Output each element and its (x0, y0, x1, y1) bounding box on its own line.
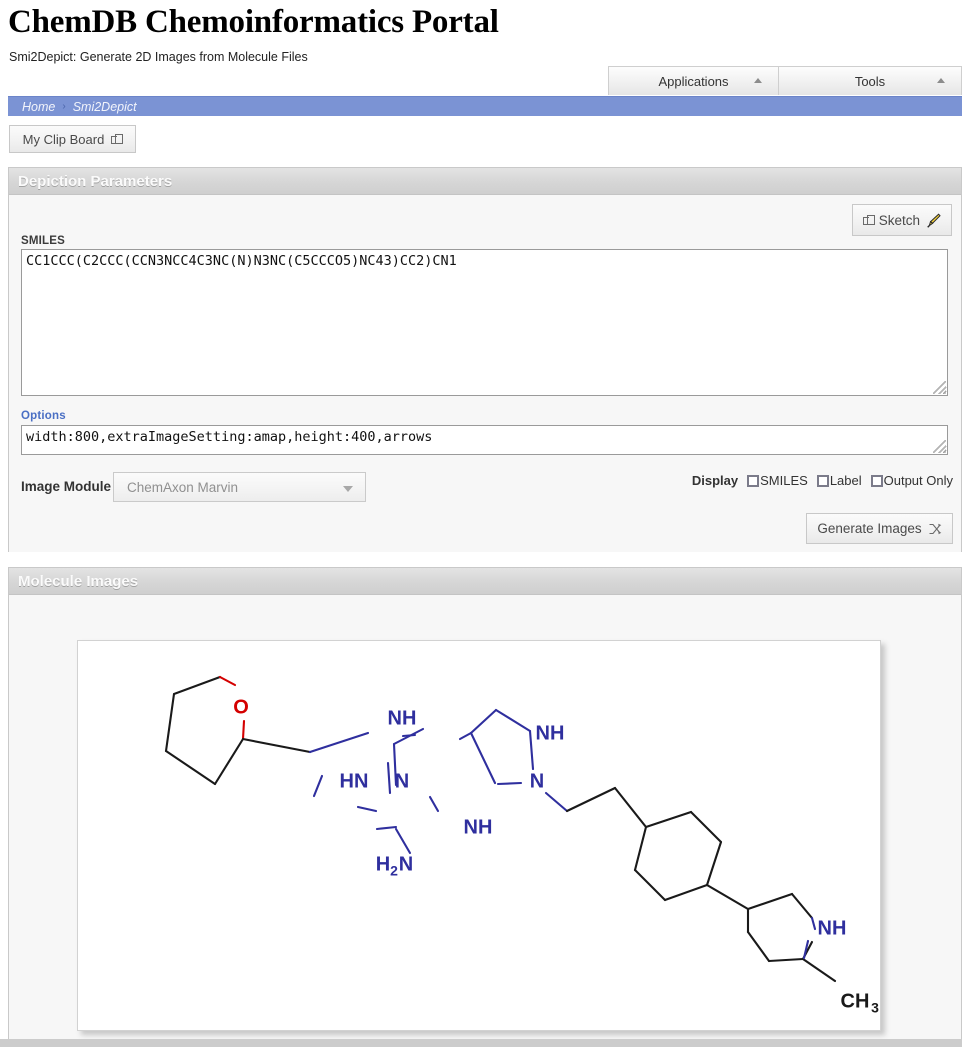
breadcrumb-item-current[interactable]: Smi2Depict (73, 100, 137, 114)
options-input[interactable] (21, 425, 948, 455)
atom-label-methyl-ch: CH (841, 990, 870, 1012)
atom-label-n-center-right: N (530, 770, 544, 792)
page-subtitle: Smi2Depict: Generate 2D Images from Mole… (9, 50, 308, 64)
atom-label-amine-n: N (399, 853, 413, 875)
sketch-button[interactable]: Sketch (852, 204, 952, 236)
breadcrumb-item-home[interactable]: Home (22, 100, 55, 114)
breadcrumb-separator-icon: › (62, 101, 66, 112)
checkbox-smiles[interactable]: SMILES (747, 473, 808, 488)
display-group-label: Display (691, 473, 739, 488)
molecule-images-body: O NH HN N NH N NH H 2 N NH CH 3 (9, 595, 961, 1039)
atom-label-nh-lower: NH (464, 816, 493, 838)
atom-label-nh-piperidine: NH (818, 917, 847, 939)
popup-window-icon (863, 215, 875, 225)
tab-applications[interactable]: Applications (608, 66, 779, 95)
molecule-structure-svg: O NH HN N NH N NH H 2 N NH CH 3 (164, 675, 879, 1016)
atom-label-hn-left: HN (340, 770, 369, 792)
atom-label-nh-top-left: NH (388, 707, 417, 729)
checkbox-box-icon[interactable] (816, 474, 829, 487)
page-root: ChemDB Chemoinformatics Portal Smi2Depic… (0, 0, 962, 1047)
popup-window-icon (111, 134, 124, 144)
checkbox-output-only-label: Output Only (883, 473, 953, 488)
options-input-wrapper (21, 425, 948, 455)
checkbox-box-icon[interactable] (747, 474, 760, 487)
footer-strip (0, 1039, 962, 1047)
atom-label-methyl-subscript: 3 (871, 1000, 879, 1016)
chevron-up-icon (937, 78, 945, 83)
options-field-label: Options (21, 410, 66, 422)
atom-label-amine-h: H (376, 853, 390, 875)
tab-applications-label: Applications (658, 73, 729, 89)
chevron-up-icon (754, 78, 762, 83)
tab-tools-label: Tools (854, 73, 886, 89)
checkbox-smiles-label: SMILES (760, 473, 808, 488)
molecule-image-frame[interactable]: O NH HN N NH N NH H 2 N NH CH 3 (77, 640, 881, 1031)
generate-images-label: Generate Images (817, 521, 922, 536)
smiles-input-wrapper (21, 249, 948, 396)
checkbox-label-label: Label (829, 473, 862, 488)
tab-tools[interactable]: Tools (779, 66, 962, 95)
clipboard-button-label: My Clip Board (22, 131, 105, 147)
generate-images-button[interactable]: Generate Images (806, 513, 953, 544)
atom-label-n-center-left: N (395, 770, 409, 792)
shuffle-icon (929, 523, 942, 535)
atom-label-nh-upper-right: NH (536, 722, 565, 744)
image-module-label: Image Module (21, 479, 112, 494)
depiction-parameters-header: Depiction Parameters (9, 168, 961, 195)
image-module-selected-value: ChemAxon Marvin (127, 479, 239, 495)
checkbox-output-only[interactable]: Output Only (870, 473, 953, 488)
atom-label-oxygen: O (233, 696, 249, 718)
molecule-images-header: Molecule Images (9, 568, 961, 595)
smiles-field-label: SMILES (21, 235, 66, 247)
checkbox-label[interactable]: Label (816, 473, 862, 488)
smiles-input[interactable] (21, 249, 948, 396)
image-module-select[interactable]: ChemAxon Marvin (113, 472, 366, 502)
molecule-images-panel: Molecule Images O NH HN N NH N NH H 2 N … (8, 567, 962, 1039)
display-options-group: Display SMILES Label Output Only (692, 473, 953, 488)
my-clip-board-button[interactable]: My Clip Board (9, 125, 136, 153)
chevron-down-icon (343, 486, 353, 492)
atom-label-amine-subscript: 2 (390, 863, 398, 879)
page-title: ChemDB Chemoinformatics Portal (8, 4, 499, 40)
breadcrumb: Home › Smi2Depict (8, 96, 962, 116)
checkbox-box-icon[interactable] (870, 474, 883, 487)
pencil-icon (927, 212, 941, 228)
top-tab-bar: Applications Tools (608, 66, 962, 95)
sketch-button-label: Sketch (878, 212, 920, 228)
